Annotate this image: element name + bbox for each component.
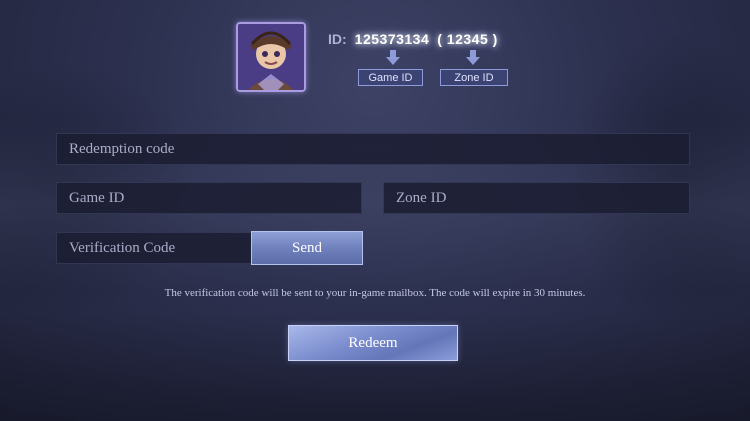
player-id-row: ID: 125373134 ( 12345 ) [328, 30, 498, 48]
zone-id-value: ( 12345 ) [437, 31, 498, 47]
redemption-code-field[interactable]: Redemption code [56, 133, 690, 165]
hero-avatar-icon [236, 22, 306, 92]
verification-code-field[interactable]: Verification Code [56, 232, 252, 264]
game-id-tag: Game ID [358, 69, 423, 86]
arrow-down-icon [386, 50, 400, 65]
zone-id-tag: Zone ID [440, 69, 508, 86]
background-right-silhouette [570, 30, 750, 330]
game-id-value: 125373134 [354, 31, 430, 47]
redeem-button[interactable]: Redeem [288, 325, 458, 361]
arrow-down-icon [466, 50, 480, 65]
zone-id-field[interactable]: Zone ID [383, 182, 690, 214]
verification-notice: The verification code will be sent to yo… [164, 287, 586, 299]
id-label: ID: [328, 31, 347, 47]
game-id-field[interactable]: Game ID [56, 182, 362, 214]
send-button[interactable]: Send [251, 231, 363, 265]
